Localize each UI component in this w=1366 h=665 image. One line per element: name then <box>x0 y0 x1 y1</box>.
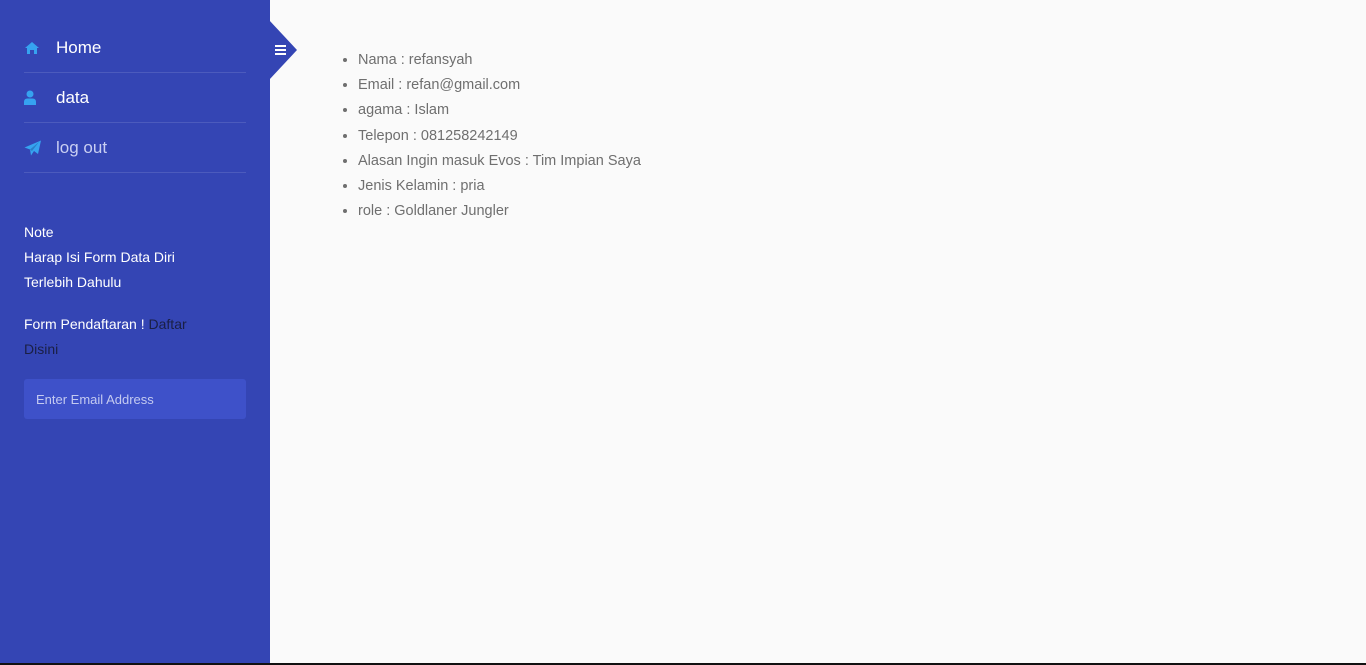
nav-home-label: Home <box>56 37 102 57</box>
home-icon <box>24 41 56 55</box>
nav-logout-label: log out <box>56 137 108 157</box>
paper-plane-icon <box>24 140 56 156</box>
sidebar: Home data log out Note Harap Isi Form Da <box>0 0 270 663</box>
note-line-1: Harap Isi Form Data Diri <box>24 249 175 265</box>
detail-agama: agama : Islam <box>358 98 641 123</box>
sidebar-nav: Home data log out <box>24 23 246 173</box>
nav-item-logout[interactable]: log out <box>24 123 246 173</box>
sidebar-toggle-button[interactable] <box>269 20 297 80</box>
note-title: Note <box>24 224 54 240</box>
detail-email: Email : refan@gmail.com <box>358 73 641 98</box>
nav-item-data[interactable]: data <box>24 73 246 123</box>
profile-details-list: Nama : refansyah Email : refan@gmail.com… <box>340 48 641 224</box>
nav-data-label: data <box>56 87 90 107</box>
detail-jenis-kelamin: Jenis Kelamin : pria <box>358 174 641 199</box>
registration-text: Form Pendaftaran ! Daftar Disini <box>24 312 224 362</box>
email-input[interactable] <box>24 379 246 419</box>
detail-telepon: Telepon : 081258242149 <box>358 124 641 149</box>
registration-label: Form Pendaftaran ! <box>24 316 145 332</box>
note-block: Note Harap Isi Form Data Diri Terlebih D… <box>24 220 224 295</box>
note-line-2: Terlebih Dahulu <box>24 274 122 290</box>
detail-role: role : Goldlaner Jungler <box>358 199 641 224</box>
detail-nama: Nama : refansyah <box>358 48 641 73</box>
detail-alasan: Alasan Ingin masuk Evos : Tim Impian Say… <box>358 149 641 174</box>
nav-item-home[interactable]: Home <box>24 23 246 73</box>
user-icon <box>24 90 56 105</box>
